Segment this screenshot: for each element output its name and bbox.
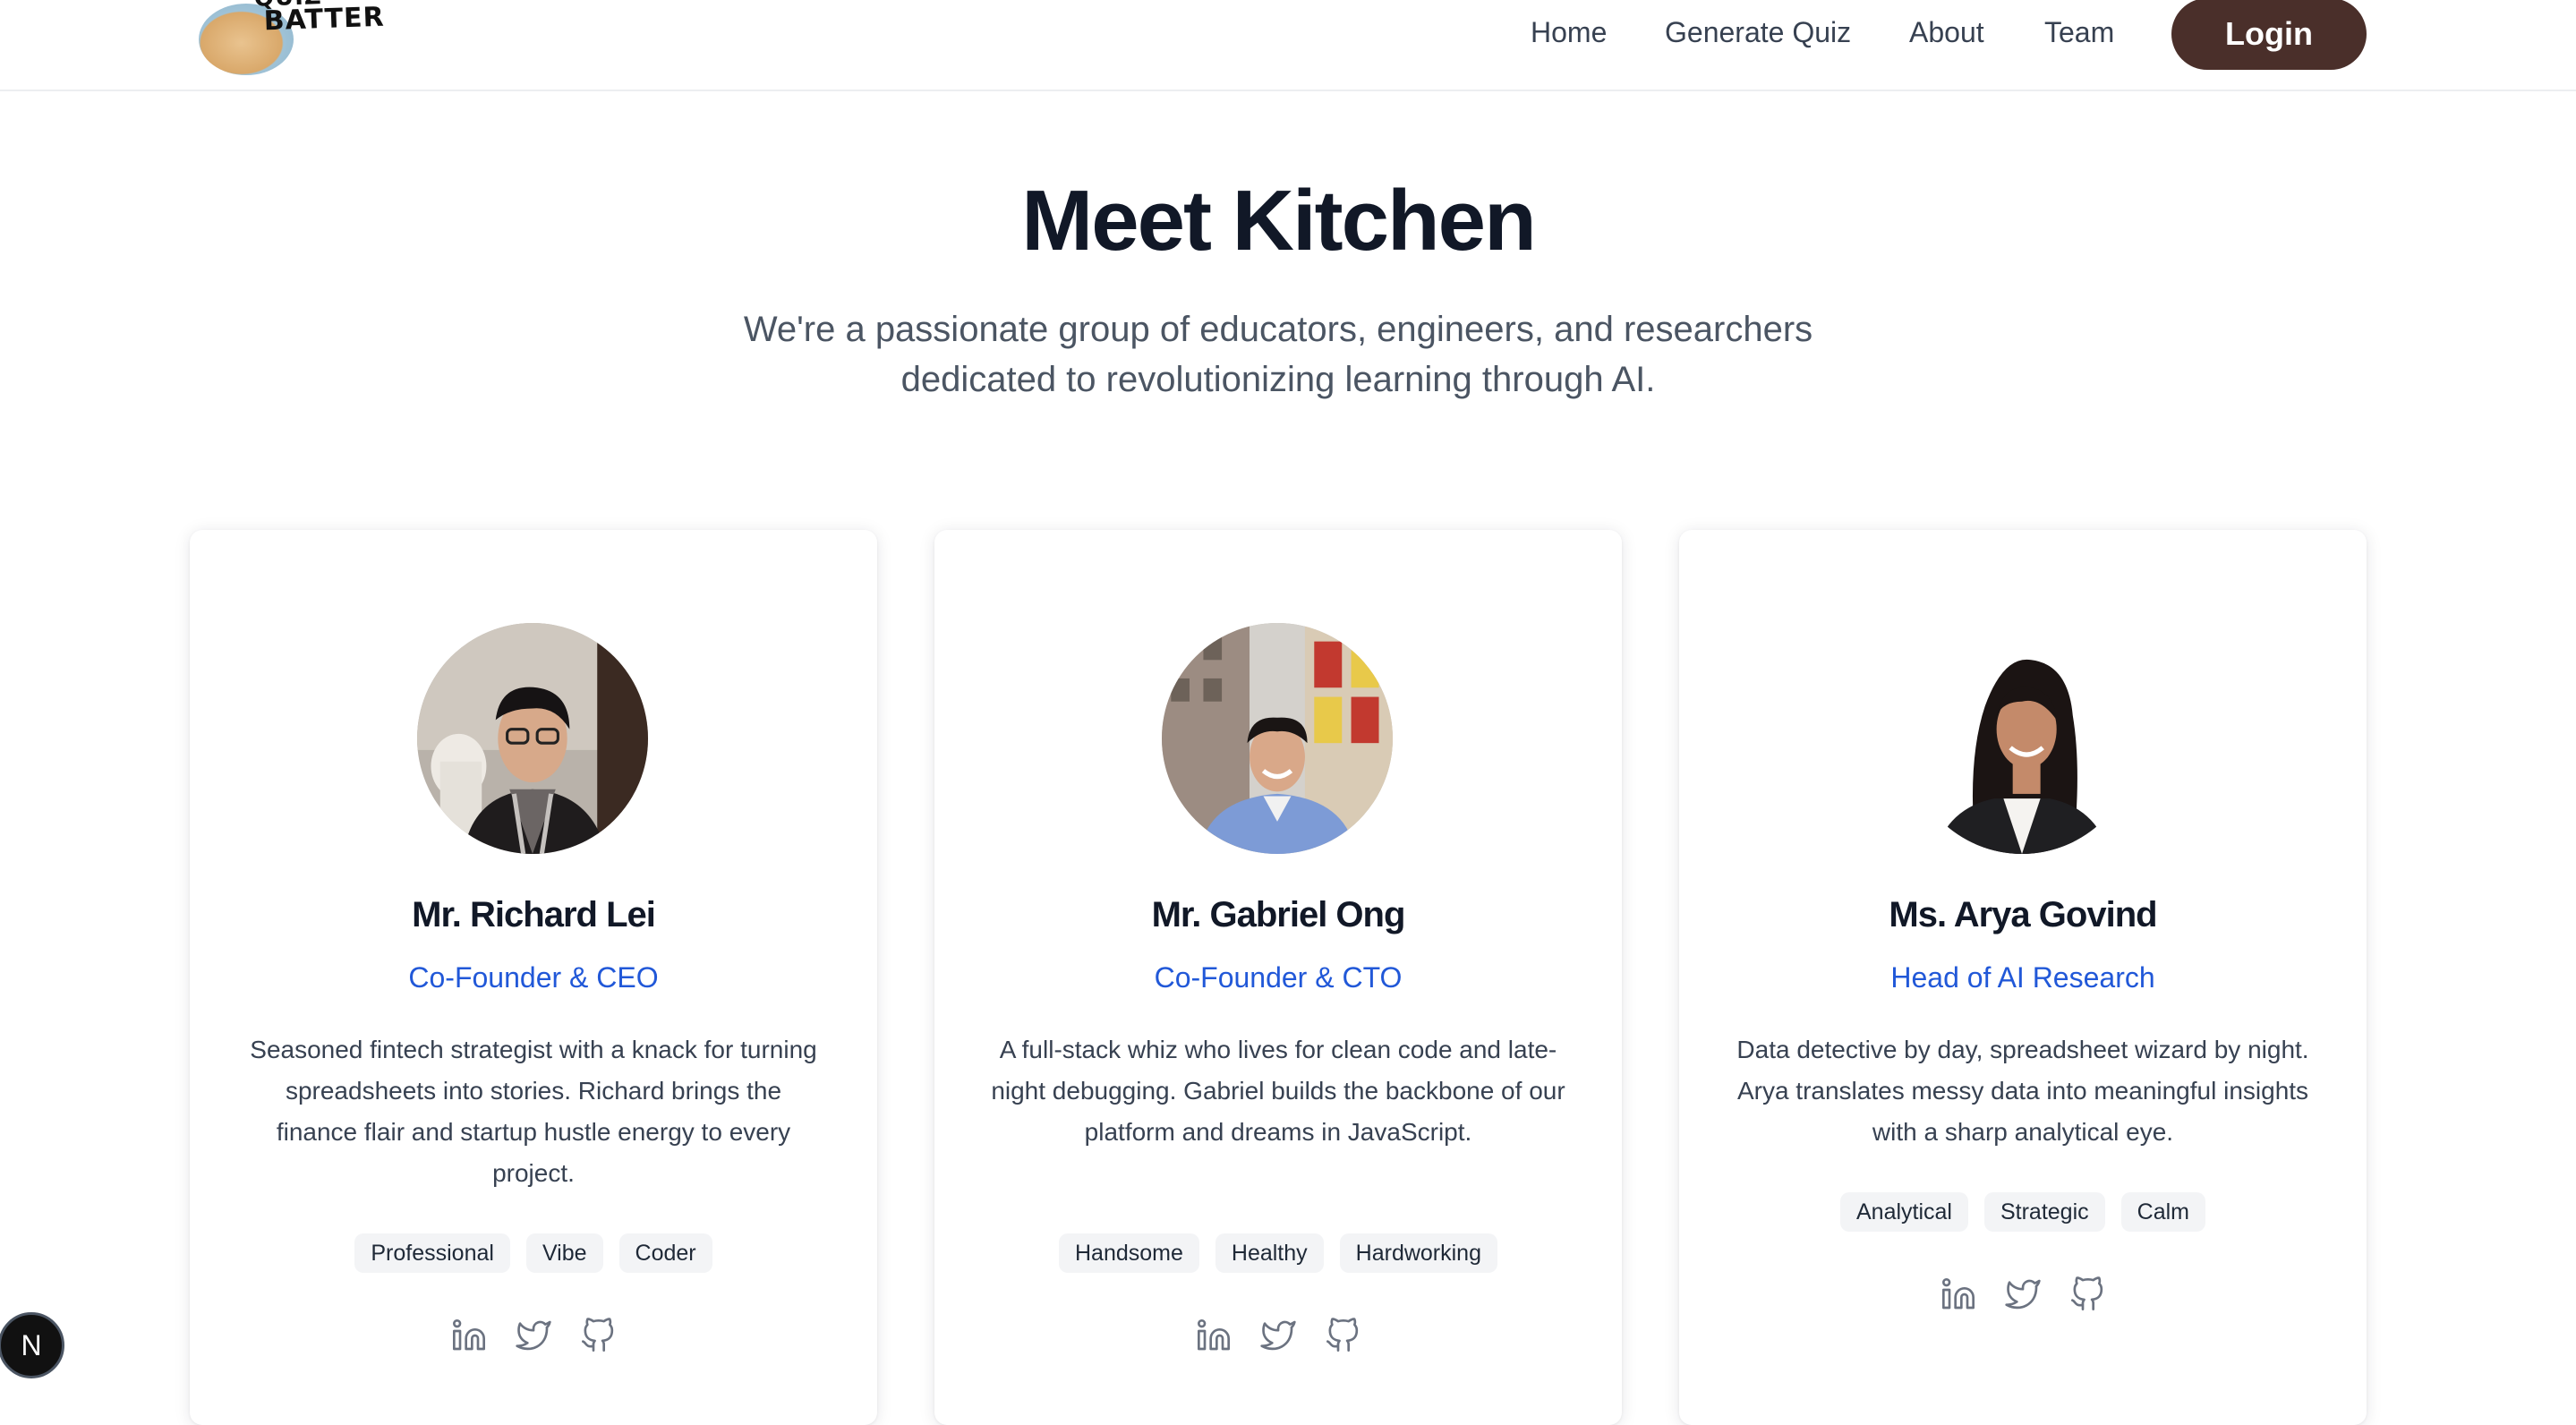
logo-text-bottom: BATTER (263, 1, 386, 38)
member-socials (934, 1318, 1622, 1353)
page-subtitle: We're a passionate group of educators, e… (743, 310, 1813, 399)
linkedin-icon[interactable] (451, 1318, 487, 1353)
github-icon[interactable] (1325, 1318, 1361, 1353)
tag: Professional (354, 1233, 510, 1273)
twitter-icon[interactable] (1260, 1318, 1296, 1353)
tag: Calm (2120, 1192, 2205, 1232)
avatar-richard-image (417, 623, 648, 854)
avatar-richard (417, 623, 648, 854)
nav-about-link[interactable]: About (1909, 16, 1984, 49)
member-role: Co-Founder & CEO (408, 961, 659, 994)
tag: Hardworking (1339, 1233, 1497, 1273)
team-card-gabriel: Mr. Gabriel Ong Co-Founder & CTO A full-… (934, 530, 1622, 1425)
nextjs-devtools-badge[interactable]: N (0, 1312, 64, 1378)
page-title: Meet Kitchen (1021, 173, 1536, 269)
github-icon[interactable] (2069, 1276, 2105, 1312)
member-tags: Handsome Healthy Hardworking (934, 1233, 1622, 1273)
site-header: QUIZ BATTER Home Generate Quiz About Tea… (0, 0, 2576, 91)
tag: Strategic (1983, 1192, 2105, 1232)
quiz-batter-logo[interactable]: QUIZ BATTER (195, 0, 385, 81)
linkedin-icon[interactable] (1196, 1318, 1232, 1353)
tag: Analytical (1839, 1192, 1968, 1232)
twitter-icon[interactable] (516, 1318, 551, 1353)
tag: Handsome (1058, 1233, 1199, 1273)
nav-team-link[interactable]: Team (2044, 16, 2114, 49)
avatar-arya (1906, 623, 2137, 854)
member-tags: Analytical Strategic Calm (1679, 1192, 2367, 1232)
team-card-richard: Mr. Richard Lei Co-Founder & CEO Seasone… (190, 530, 877, 1425)
member-socials (1679, 1276, 2367, 1312)
member-name: Mr. Richard Lei (412, 895, 656, 934)
avatar-gabriel-image (1162, 623, 1393, 854)
github-icon[interactable] (580, 1318, 616, 1353)
tag: Coder (618, 1233, 712, 1273)
member-role: Co-Founder & CTO (1154, 961, 1403, 994)
member-tags: Professional Vibe Coder (190, 1233, 877, 1273)
twitter-icon[interactable] (2005, 1276, 2041, 1312)
tag: Healthy (1215, 1233, 1324, 1273)
nav-home-link[interactable]: Home (1531, 16, 1607, 49)
member-role: Head of AI Research (1890, 961, 2155, 994)
linkedin-icon[interactable] (1941, 1276, 1976, 1312)
avatar-arya-image (1906, 623, 2137, 854)
nav-generate-quiz-link[interactable]: Generate Quiz (1665, 16, 1851, 49)
member-bio: Data detective by day, spreadsheet wizar… (1736, 1036, 2309, 1146)
member-bio: A full-stack whiz who lives for clean co… (991, 1036, 1565, 1146)
login-button[interactable]: Login (2171, 0, 2367, 70)
avatar-gabriel (1162, 623, 1393, 854)
member-name: Mr. Gabriel Ong (1151, 895, 1406, 934)
member-bio: Seasoned fintech strategist with a knack… (250, 1036, 817, 1187)
tag: Vibe (525, 1233, 603, 1273)
team-card-arya: Ms. Arya Govind Head of AI Research Data… (1679, 530, 2367, 1425)
member-socials (190, 1318, 877, 1353)
member-name: Ms. Arya Govind (1889, 895, 2157, 934)
